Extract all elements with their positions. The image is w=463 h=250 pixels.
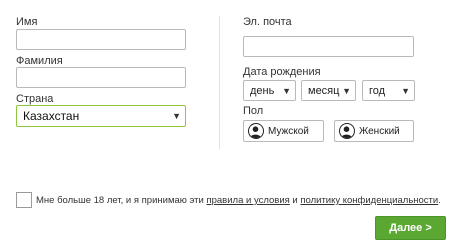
privacy-link[interactable]: политику конфиденциальности	[300, 195, 438, 206]
email-input[interactable]	[243, 36, 414, 57]
country-value: Казахстан	[23, 109, 80, 123]
email-label: Эл. почта	[243, 16, 292, 28]
dob-day-value: день	[250, 84, 275, 97]
first-name-input[interactable]	[16, 29, 186, 50]
consent-prefix: Мне больше 18 лет, и я принимаю эти	[36, 195, 207, 206]
dob-month-value: месяц	[308, 84, 340, 97]
last-name-label: Фамилия	[16, 55, 63, 67]
next-button[interactable]: Далее >	[375, 216, 446, 240]
dob-year-value: год	[369, 84, 386, 97]
gender-male-button[interactable]: Мужской	[243, 120, 324, 142]
consent-checkbox[interactable]	[16, 192, 32, 208]
person-icon	[248, 123, 264, 139]
chevron-down-icon: ▼	[342, 85, 351, 96]
consent-suffix: .	[438, 195, 441, 206]
gender-female-button[interactable]: Женский	[334, 120, 414, 142]
consent-and: и	[289, 195, 301, 206]
chevron-down-icon: ▼	[282, 85, 291, 96]
chevron-down-icon: ▼	[401, 85, 410, 96]
gender-label: Пол	[243, 105, 264, 117]
dob-label: Дата рождения	[243, 66, 321, 78]
gender-female-label: Женский	[359, 125, 400, 137]
dob-year-select[interactable]: год ▼	[362, 80, 415, 101]
chevron-down-icon: ▼	[172, 111, 181, 121]
gender-male-label: Мужской	[268, 125, 309, 137]
dob-month-select[interactable]: месяц ▼	[301, 80, 356, 101]
first-name-label: Имя	[16, 16, 38, 28]
column-divider	[219, 16, 220, 149]
country-select[interactable]: Казахстан ▼	[16, 105, 186, 127]
terms-link[interactable]: правила и условия	[206, 195, 289, 206]
country-label: Страна	[16, 93, 54, 105]
consent-text: Мне больше 18 лет, и я принимаю эти прав…	[36, 195, 441, 206]
dob-day-select[interactable]: день ▼	[243, 80, 296, 101]
person-icon	[339, 123, 355, 139]
last-name-input[interactable]	[16, 67, 186, 88]
